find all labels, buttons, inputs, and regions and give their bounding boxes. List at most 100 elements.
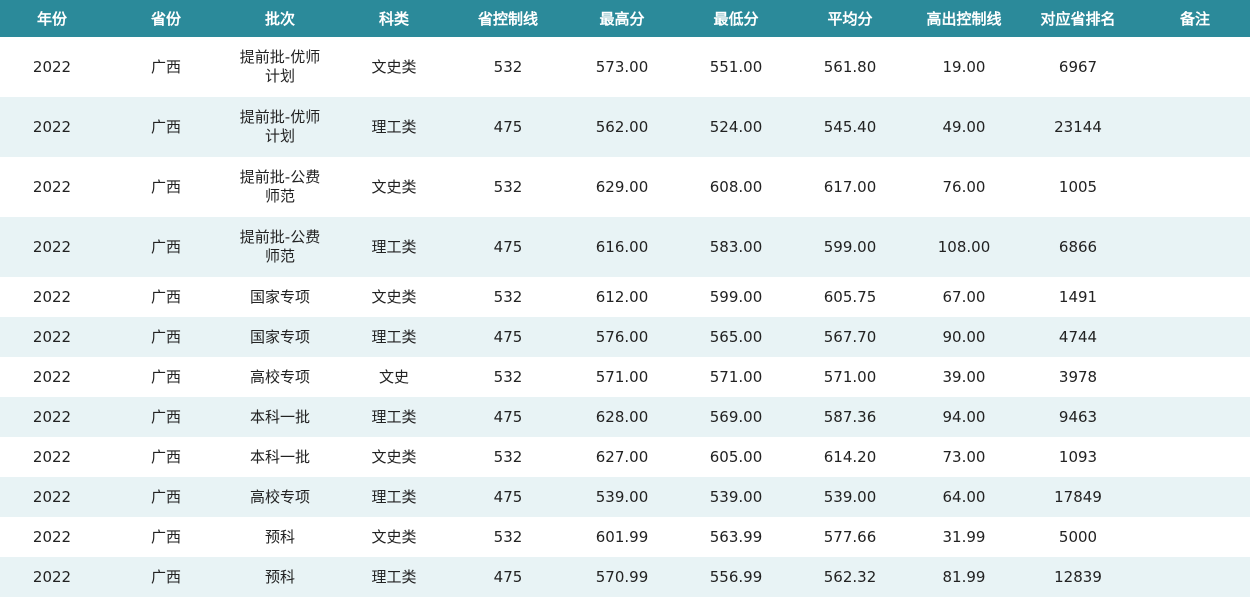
cell-note	[1140, 97, 1250, 157]
table-row: 2022 广西 国家专项 文史类 532 612.00 599.00 605.75 67.00 1…	[0, 277, 1250, 317]
cell-avg-score: 605.75	[823, 287, 877, 306]
cell-control-line: 532	[493, 447, 523, 466]
cell-province: 广西	[150, 567, 181, 586]
cell-above-control-line: 39.00	[942, 367, 986, 386]
cell-province-rank: 12839	[1054, 567, 1102, 586]
cell-note	[1140, 157, 1250, 217]
cell-avg-score: 571.00	[823, 367, 877, 386]
table-row: 2022 广西 国家专项 理工类 475 576.00 565.00 567.70 90.00 4…	[0, 317, 1250, 357]
cell-year: 2022	[32, 407, 72, 426]
cell-note	[1140, 437, 1250, 477]
cell-province-rank: 23144	[1054, 117, 1102, 136]
cell-avg-score: 587.36	[823, 407, 877, 426]
header-batch: 批次	[264, 10, 295, 28]
cell-category: 文史类	[371, 57, 417, 76]
cell-min-score: 608.00	[709, 177, 763, 196]
cell-province: 广西	[150, 527, 181, 546]
cell-note	[1140, 517, 1250, 557]
cell-max-score: 616.00	[595, 237, 649, 256]
cell-above-control-line: 81.99	[942, 567, 986, 586]
cell-batch: 高校专项	[249, 487, 310, 506]
cell-avg-score: 617.00	[823, 177, 877, 196]
table-body: 2022 广西 提前批-优师 计划 文史类 532 573.00 551.00 561.80 19…	[0, 37, 1250, 597]
header-province-rank: 对应省排名	[1040, 10, 1116, 28]
cell-year: 2022	[32, 287, 72, 306]
cell-max-score: 570.99	[595, 567, 649, 586]
table-row: 2022 广西 提前批-公费 师范 文史类 532 629.00 608.00 617.00 76…	[0, 157, 1250, 217]
cell-category: 理工类	[371, 487, 417, 506]
cell-min-score: 569.00	[709, 407, 763, 426]
cell-year: 2022	[32, 237, 72, 256]
cell-max-score: 629.00	[595, 177, 649, 196]
cell-province-rank: 17849	[1054, 487, 1102, 506]
cell-above-control-line: 19.00	[942, 57, 986, 76]
cell-batch: 预科	[264, 567, 295, 586]
cell-min-score: 539.00	[709, 487, 763, 506]
cell-min-score: 563.99	[709, 527, 763, 546]
cell-category: 理工类	[371, 237, 417, 256]
cell-above-control-line: 64.00	[942, 487, 986, 506]
table-row: 2022 广西 本科一批 文史类 532 627.00 605.00 614.20 73.00 1…	[0, 437, 1250, 477]
table-row: 2022 广西 高校专项 文史 532 571.00 571.00 571.00 39.00 39…	[0, 357, 1250, 397]
cell-control-line: 532	[493, 177, 523, 196]
cell-batch: 高校专项	[249, 367, 310, 386]
cell-avg-score: 577.66	[823, 527, 877, 546]
cell-note	[1140, 217, 1250, 277]
cell-category: 文史类	[371, 447, 417, 466]
cell-above-control-line: 67.00	[942, 287, 986, 306]
cell-province-rank: 1491	[1058, 287, 1098, 306]
header-avg-score: 平均分	[827, 10, 873, 28]
cell-province: 广西	[150, 327, 181, 346]
cell-category: 文史类	[371, 527, 417, 546]
cell-max-score: 576.00	[595, 327, 649, 346]
cell-control-line: 475	[493, 117, 523, 136]
cell-avg-score: 561.80	[823, 57, 877, 76]
cell-min-score: 556.99	[709, 567, 763, 586]
cell-min-score: 583.00	[709, 237, 763, 256]
cell-above-control-line: 76.00	[942, 177, 986, 196]
cell-note	[1140, 317, 1250, 357]
cell-avg-score: 562.32	[823, 567, 877, 586]
cell-above-control-line: 94.00	[942, 407, 986, 426]
cell-province: 广西	[150, 57, 181, 76]
cell-note	[1140, 477, 1250, 517]
header-note: 备注	[1179, 10, 1210, 28]
cell-province-rank: 1093	[1058, 447, 1098, 466]
cell-province-rank: 6967	[1058, 57, 1098, 76]
cell-year: 2022	[32, 367, 72, 386]
table-row: 2022 广西 预科 文史类 532 601.99 563.99 577.66 31.99 500…	[0, 517, 1250, 557]
cell-max-score: 539.00	[595, 487, 649, 506]
cell-province: 广西	[150, 447, 181, 466]
cell-control-line: 532	[493, 287, 523, 306]
cell-batch: 国家专项	[249, 287, 310, 306]
cell-batch: 预科	[264, 527, 295, 546]
cell-category: 文史类	[371, 177, 417, 196]
table-row: 2022 广西 预科 理工类 475 570.99 556.99 562.32 81.99 128…	[0, 557, 1250, 597]
cell-control-line: 532	[493, 57, 523, 76]
cell-note	[1140, 277, 1250, 317]
cell-province: 广西	[150, 367, 181, 386]
cell-max-score: 562.00	[595, 117, 649, 136]
cell-min-score: 551.00	[709, 57, 763, 76]
cell-batch: 提前批-优师 计划	[239, 108, 321, 145]
cell-batch: 提前批-公费 师范	[239, 228, 321, 265]
cell-control-line: 475	[493, 567, 523, 586]
cell-min-score: 599.00	[709, 287, 763, 306]
header-control-line: 省控制线	[477, 10, 538, 28]
cell-province: 广西	[150, 117, 181, 136]
cell-category: 理工类	[371, 407, 417, 426]
cell-avg-score: 599.00	[823, 237, 877, 256]
cell-year: 2022	[32, 177, 72, 196]
cell-min-score: 605.00	[709, 447, 763, 466]
cell-control-line: 475	[493, 407, 523, 426]
cell-control-line: 475	[493, 237, 523, 256]
cell-year: 2022	[32, 447, 72, 466]
cell-control-line: 475	[493, 487, 523, 506]
cell-year: 2022	[32, 117, 72, 136]
cell-province-rank: 4744	[1058, 327, 1098, 346]
cell-province: 广西	[150, 237, 181, 256]
cell-above-control-line: 49.00	[942, 117, 986, 136]
cell-control-line: 532	[493, 367, 523, 386]
cell-province: 广西	[150, 407, 181, 426]
table-row: 2022 广西 提前批-优师 计划 理工类 475 562.00 524.00 545.40 49…	[0, 97, 1250, 157]
